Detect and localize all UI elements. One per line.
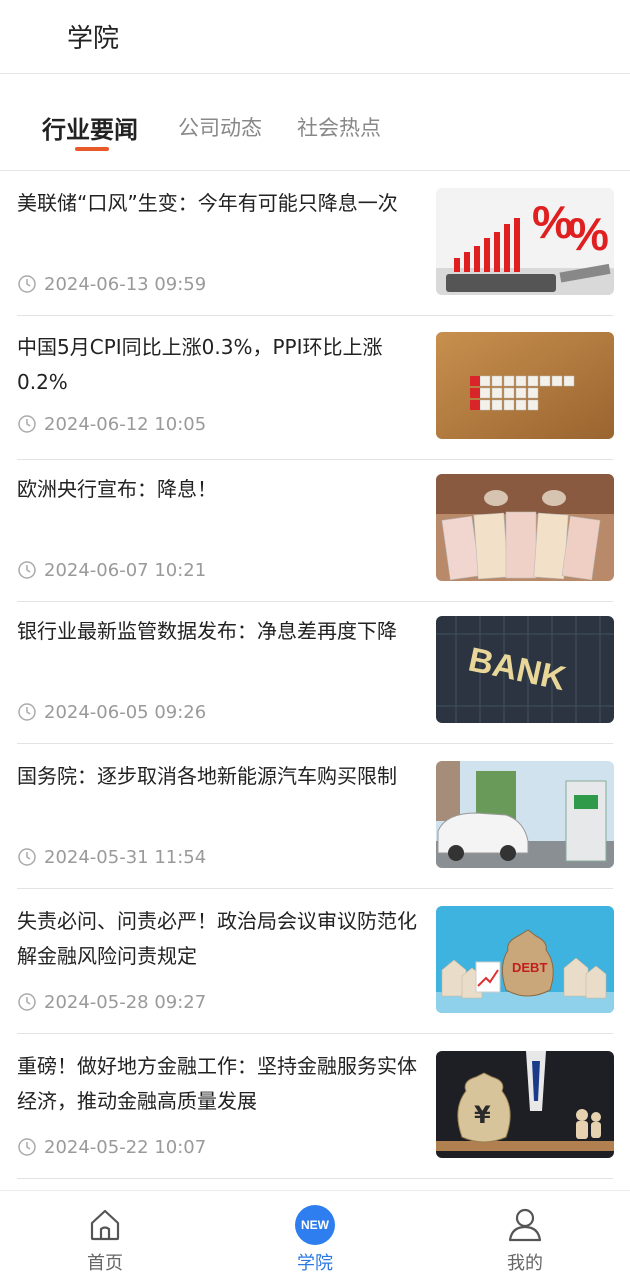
news-meta: 2024-06-12 10:05: [17, 408, 206, 440]
nav-item-mine[interactable]: 我的: [460, 1191, 590, 1280]
clock-icon: [18, 561, 36, 579]
news-title: 重磅！做好地方金融工作：坚持金融服务实体经济，推动金融高质量发展: [17, 1054, 417, 1113]
svg-text:¥: ¥: [474, 1101, 491, 1129]
tab-social-hot[interactable]: 社会热点: [297, 112, 381, 142]
bottom-nav: 首页 NEW 学院 我的: [0, 1190, 630, 1280]
svg-text:%: %: [532, 196, 573, 248]
page-title: 学院: [67, 24, 120, 54]
news-thumbnail-yuan-bag-image: ¥: [436, 1051, 614, 1158]
news-item[interactable]: 重磅！做好地方金融工作：坚持金融服务实体经济，推动金融高质量发展 2024-05…: [0, 1035, 630, 1179]
news-meta: 2024-05-28 09:27: [17, 986, 206, 1018]
news-thumbnail-debt-houses-image: DEBT: [436, 906, 614, 1013]
nav-label: 首页: [87, 1253, 123, 1274]
user-icon: [508, 1208, 542, 1242]
news-thumbnail-cpi-dice-image: [436, 332, 614, 439]
news-time: 2024-06-12 10:05: [44, 413, 207, 435]
divider: [17, 1033, 613, 1034]
new-badge: NEW: [295, 1205, 335, 1245]
category-tabs: 行业要闻 公司动态 社会热点: [0, 74, 630, 171]
news-thumbnail-bank-building-image: BANK: [436, 616, 614, 723]
news-item[interactable]: 国务院：逐步取消各地新能源汽车购买限制 2024-05-31 11:54: [0, 745, 630, 889]
news-item[interactable]: 美联储“口风”生变：今年有可能只降息一次 2024-06-13 09:59 % …: [0, 172, 630, 316]
news-item[interactable]: 失责必问、问责必严！政治局会议审议防范化解金融风险问责规定 2024-05-28…: [0, 890, 630, 1034]
news-title: 中国5月CPI同比上涨0.3%，PPI环比上涨0.2%: [17, 335, 383, 394]
news-thumbnail-percent-chart-image: % %: [436, 188, 614, 295]
home-icon: [90, 1209, 120, 1241]
news-thumbnail-euro-banknotes-image: [436, 474, 614, 581]
clock-icon: [18, 275, 36, 293]
tab-company-news[interactable]: 公司动态: [178, 112, 262, 142]
news-meta: 2024-05-22 10:07: [17, 1131, 206, 1163]
news-title: 欧洲央行宣布：降息！: [17, 477, 217, 501]
clock-icon: [18, 1138, 36, 1156]
news-time: 2024-06-13 09:59: [44, 273, 207, 295]
news-title: 国务院：逐步取消各地新能源汽车购买限制: [17, 764, 397, 788]
divider: [17, 1178, 613, 1179]
divider: [17, 888, 613, 889]
news-title: 美联储“口风”生变：今年有可能只降息一次: [17, 191, 398, 215]
news-title: 银行业最新监管数据发布：净息差再度下降: [17, 619, 397, 643]
news-time: 2024-06-05 09:26: [44, 701, 207, 723]
active-tab-indicator: [75, 147, 109, 151]
tab-industry-news[interactable]: 行业要闻: [42, 110, 138, 145]
news-time: 2024-06-07 10:21: [44, 559, 207, 581]
nav-label: 学院: [297, 1253, 333, 1274]
news-meta: 2024-06-13 09:59: [17, 268, 206, 300]
clock-icon: [18, 993, 36, 1011]
news-item[interactable]: 银行业最新监管数据发布：净息差再度下降 2024-06-05 09:26 BAN…: [0, 600, 630, 744]
nav-item-home[interactable]: 首页: [40, 1191, 170, 1280]
nav-item-academy[interactable]: NEW 学院: [250, 1191, 380, 1280]
nav-label: 我的: [507, 1253, 543, 1274]
svg-text:%: %: [568, 208, 609, 260]
clock-icon: [18, 848, 36, 866]
news-item[interactable]: 欧洲央行宣布：降息！ 2024-06-07 10:21: [0, 458, 630, 602]
app-header: 学院: [0, 0, 630, 74]
news-thumbnail-ev-charging-image: [436, 761, 614, 868]
news-time: 2024-05-28 09:27: [44, 991, 207, 1013]
news-time: 2024-05-31 11:54: [44, 846, 207, 868]
news-time: 2024-05-22 10:07: [44, 1136, 207, 1158]
svg-text:DEBT: DEBT: [512, 960, 547, 975]
clock-icon: [18, 703, 36, 721]
news-meta: 2024-05-31 11:54: [17, 841, 206, 873]
news-item[interactable]: 中国5月CPI同比上涨0.3%，PPI环比上涨0.2% 2024-06-12 1…: [0, 316, 630, 460]
news-title: 失责必问、问责必严！政治局会议审议防范化解金融风险问责规定: [17, 909, 417, 968]
divider: [17, 743, 613, 744]
news-meta: 2024-06-07 10:21: [17, 554, 206, 586]
news-meta: 2024-06-05 09:26: [17, 696, 206, 728]
clock-icon: [18, 415, 36, 433]
